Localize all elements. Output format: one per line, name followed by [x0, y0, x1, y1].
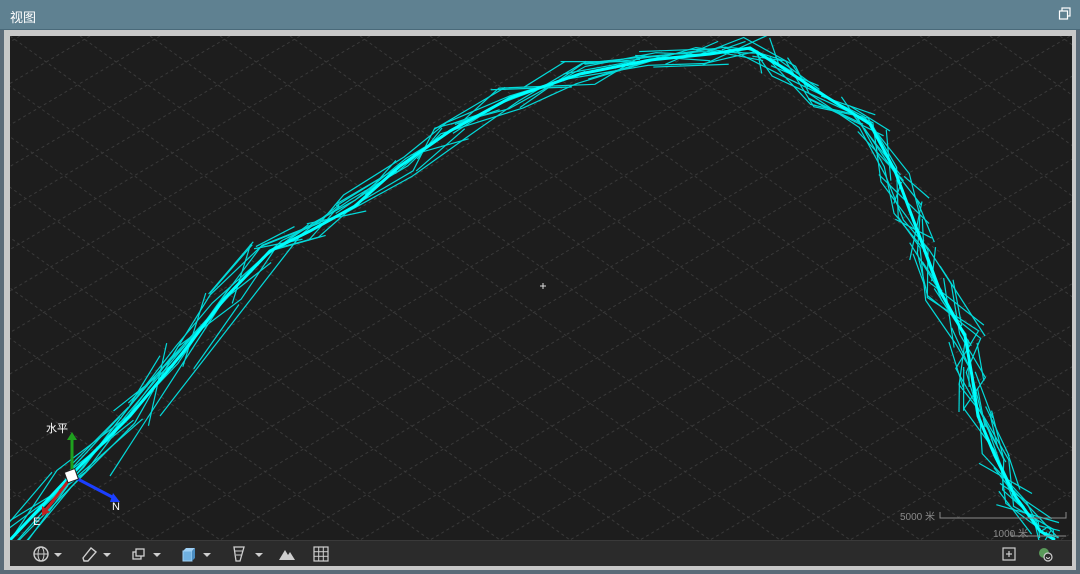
restore-window-button[interactable] [1058, 7, 1072, 21]
cube-icon [182, 548, 195, 562]
settings-sync-icon [1039, 548, 1053, 562]
restore-icon [1058, 7, 1071, 20]
grid-tool-button[interactable] [312, 545, 330, 563]
cube-tool-button[interactable] [180, 545, 198, 563]
layers-tool-button[interactable] [130, 545, 148, 563]
eraser-icon [82, 547, 98, 562]
grid-icon [313, 546, 329, 562]
3d-viewport[interactable]: 水平 N E 5000 米 1000 米 [10, 36, 1072, 540]
map-view-window: 视图 水平 N E 5000 米 1000 米 [0, 0, 1080, 574]
vertical-axis-label: 水平 [46, 423, 68, 435]
terrain-tool-button[interactable] [278, 545, 296, 563]
scale-primary-label: 5000 米 [900, 512, 936, 523]
center-crosshair [540, 283, 546, 289]
add-view-icon [1002, 547, 1016, 561]
east-axis-label: E [33, 516, 41, 528]
chevron-down-icon [153, 553, 161, 557]
profile-dropdown[interactable] [254, 546, 264, 562]
layers-dropdown[interactable] [152, 546, 162, 562]
title-bar: 视图 [0, 0, 1080, 30]
globe-dropdown[interactable] [53, 546, 63, 562]
scene-canvas[interactable] [10, 36, 1072, 540]
bottom-toolbar [10, 540, 1072, 566]
viewport-frame: 水平 N E 5000 米 1000 米 [4, 30, 1076, 570]
chevron-down-icon [203, 553, 211, 557]
chevron-down-icon [103, 553, 111, 557]
ground-grid [10, 36, 1072, 540]
chevron-down-icon [54, 553, 62, 557]
profile-icon [233, 546, 245, 562]
globe-tool-button[interactable] [32, 545, 50, 563]
globe-icon [33, 546, 49, 562]
north-axis-label: N [112, 501, 120, 513]
layers-icon [132, 548, 145, 560]
eraser-tool-button[interactable] [80, 545, 98, 563]
add-view-button[interactable] [1000, 545, 1018, 563]
window-title: 视图 [10, 10, 37, 25]
chevron-down-icon [255, 553, 263, 557]
eraser-dropdown[interactable] [102, 546, 112, 562]
profile-tool-button[interactable] [230, 545, 248, 563]
cube-dropdown[interactable] [202, 546, 212, 562]
scale-secondary-label: 1000 米 [993, 529, 1029, 540]
terrain-icon [279, 550, 295, 560]
settings-sync-button[interactable] [1036, 545, 1054, 563]
track-core [10, 46, 1056, 540]
